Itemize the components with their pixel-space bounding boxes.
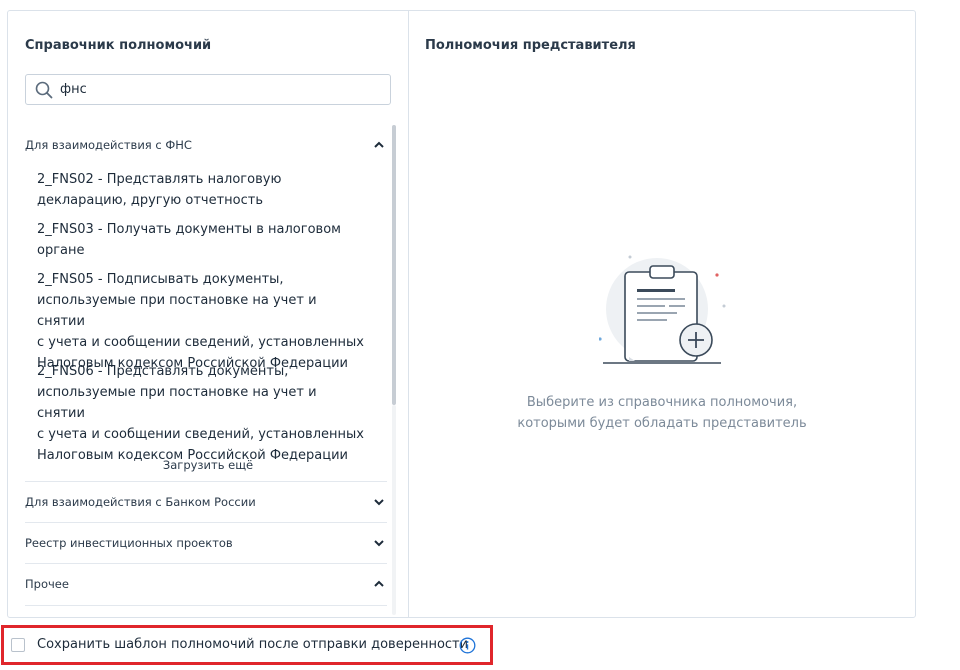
clipboard-illustration-icon (599, 255, 726, 364)
list-item-fns06[interactable]: 2_FNS06 - Представлять документы, исполь… (37, 361, 367, 466)
divider (25, 481, 387, 482)
save-template-option: Сохранить шаблон полномочий после отправ… (1, 625, 493, 665)
search-input[interactable] (60, 78, 380, 101)
representative-title: Полномочия представителя (425, 38, 636, 53)
divider (25, 563, 387, 564)
save-template-checkbox[interactable] (11, 638, 25, 652)
empty-state-line: которыми будет обладать представитель (517, 416, 807, 431)
list-item-fns03[interactable]: 2_FNS03 - Получать документы в налоговом… (37, 219, 367, 261)
group-fns-label: Для взаимодействия с ФНС (25, 138, 192, 152)
powers-directory: Справочник полномочий Для взаимодействия… (8, 11, 408, 617)
divider (25, 522, 387, 523)
chevron-up-icon (374, 580, 384, 587)
scrollbar-thumb[interactable] (392, 125, 396, 405)
list-item-line: с учета и сообщении сведений, установлен… (37, 427, 364, 442)
group-invest-header[interactable]: Реестр инвестиционных проектов (25, 532, 387, 554)
empty-state-line: Выберите из справочника полномочия, (526, 395, 798, 410)
list-item-line: используемые при постановке на учет и сн… (37, 385, 317, 421)
group-bank-label: Для взаимодействия с Банком России (25, 495, 256, 509)
list-item-line: декларацию, другую отчетность (37, 193, 263, 208)
list-item-fns02[interactable]: 2_FNS02 - Представлять налоговую деклара… (37, 169, 367, 211)
representative-powers: Полномочия представителя Выберите из спр… (409, 11, 915, 617)
group-invest-label: Реестр инвестиционных проектов (25, 536, 233, 550)
group-bank-header[interactable]: Для взаимодействия с Банком России (25, 491, 387, 513)
scrollbar-track[interactable] (392, 405, 396, 615)
chevron-down-icon (374, 540, 384, 547)
directory-title: Справочник полномочий (25, 38, 212, 53)
group-other-label: Прочее (25, 577, 69, 591)
chevron-up-icon (374, 141, 384, 148)
group-other-header[interactable]: Прочее (25, 573, 387, 595)
group-fns-header[interactable]: Для взаимодействия с ФНС (25, 134, 387, 156)
list-item-line: органе (37, 243, 85, 258)
search-box[interactable] (25, 74, 391, 105)
save-template-label[interactable]: Сохранить шаблон полномочий после отправ… (37, 637, 468, 652)
load-more-button[interactable]: Загрузить ещё (8, 458, 408, 472)
info-icon[interactable] (459, 637, 476, 654)
list-item-line: с учета и сообщении сведений, установлен… (37, 335, 364, 350)
list-item-line: 2_FNS02 - Представлять налоговую (37, 172, 282, 187)
list-item-line: 2_FNS06 - Представлять документы, (37, 364, 289, 379)
chevron-down-icon (374, 499, 384, 506)
list-item-line: 2_FNS05 - Подписывать документы, (37, 272, 284, 287)
search-icon (35, 81, 53, 99)
list-item-line: 2_FNS03 - Получать документы в налоговом (37, 222, 341, 237)
empty-state-message: Выберите из справочника полномочия, кото… (409, 392, 915, 434)
list-item-fns05[interactable]: 2_FNS05 - Подписывать документы, использ… (37, 269, 367, 374)
powers-panel: Справочник полномочий Для взаимодействия… (7, 10, 916, 618)
list-item-line: используемые при постановке на учет и сн… (37, 293, 317, 329)
divider (25, 605, 387, 606)
